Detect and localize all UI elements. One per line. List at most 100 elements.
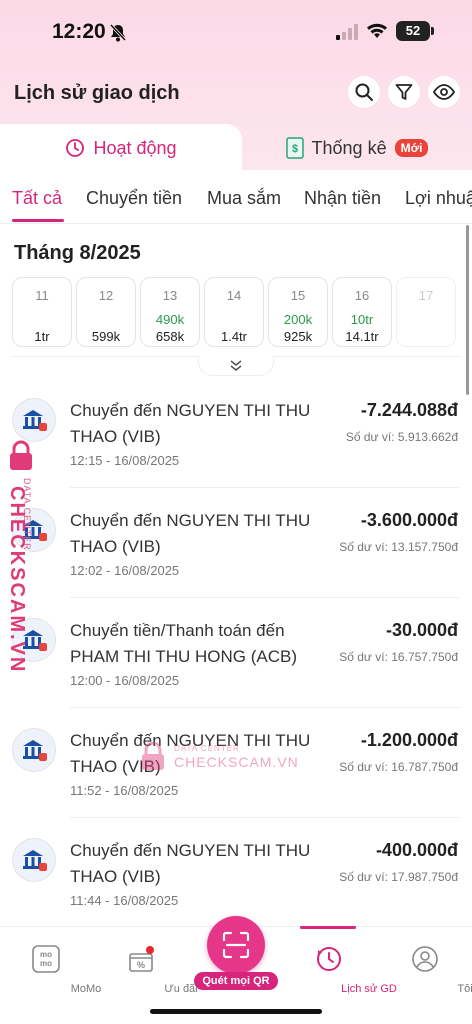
transaction-time: 12:00 - 16/08/2025 [70, 673, 180, 688]
transaction-title: Chuyển tiền/Thanh toán đến PHAM THI THU … [70, 621, 297, 666]
battery-indicator: 52 [396, 21, 434, 41]
watermark-side: DATA CENTER CHECKSCAM.VN [2, 440, 42, 673]
day-income: 490k [155, 312, 185, 327]
transaction-item[interactable]: Chuyển đến NGUYEN THI THU THAO (VIB) 12:… [0, 488, 472, 598]
filter-all[interactable]: Tất cả [12, 188, 62, 209]
day-income: 200k [283, 312, 313, 327]
status-bar: 12:20 52 [0, 18, 472, 48]
day-number: 16 [354, 288, 370, 303]
watermark-center: DATA CENTER CHECKSCAM.VN [140, 740, 300, 780]
svg-text:mo: mo [40, 959, 52, 968]
active-filter-underline [12, 219, 64, 222]
wallet-balance: Số dư ví: 17.987.750đ [339, 870, 458, 884]
day-card[interactable]: 16 10tr 14.1tr [332, 277, 392, 347]
day-number: 12 [98, 288, 114, 303]
filter-profit[interactable]: Lợi nhuận [405, 188, 472, 209]
day-number: 17 [418, 288, 434, 303]
transaction-time: 11:52 - 16/08/2025 [70, 783, 179, 798]
page-title: Lịch sử giao dịch [14, 82, 180, 104]
lock-icon [142, 742, 164, 770]
tab-label: Lịch sử GD [341, 983, 397, 995]
day-card[interactable]: 14 1.4tr [204, 277, 264, 347]
day-card[interactable]: 13 490k 658k [140, 277, 200, 347]
transaction-item[interactable]: Chuyển đến NGUYEN THI THU THAO (VIB) 12:… [0, 378, 472, 488]
filter-icon [395, 84, 413, 100]
tab-label: Tôi [457, 983, 472, 995]
receipt-icon: $ [285, 137, 304, 159]
wifi-icon [366, 22, 388, 44]
filter-shopping[interactable]: Mua sắm [207, 188, 281, 209]
double-chevron-down-icon [230, 359, 242, 371]
svg-text:$: $ [291, 143, 297, 155]
filter-chips: Tất cả Chuyển tiền Mua sắm Nhận tiền Lợi… [0, 172, 472, 224]
day-expense: 658k [155, 329, 185, 344]
user-icon [412, 946, 438, 972]
day-number: 15 [290, 288, 306, 303]
filter-button[interactable] [388, 76, 420, 108]
watermark-line1: DATA CENTER [174, 744, 240, 753]
tab-label: MoMo [70, 983, 102, 995]
eye-icon [433, 84, 455, 100]
search-icon [355, 83, 373, 101]
bank-icon [12, 398, 56, 442]
tab-statistics[interactable]: $ Thống kê Mới [242, 124, 472, 172]
wallet-balance: Số dư ví: 16.787.750đ [339, 760, 458, 774]
bell-off-icon [109, 23, 127, 47]
transaction-title: Chuyển đến NGUYEN THI THU THAO (VIB) [70, 401, 311, 446]
wallet-balance: Số dư ví: 16.757.750đ [339, 650, 458, 664]
tab-statistics-label: Thống kê [311, 137, 387, 158]
svg-text:%: % [137, 960, 145, 970]
wallet-balance: Số dư ví: 13.157.750đ [339, 540, 458, 554]
visibility-button[interactable] [428, 76, 460, 108]
status-time: 12:20 [52, 20, 106, 43]
day-card[interactable]: 12 599k [76, 277, 136, 347]
tab-activity[interactable]: Hoạt động [0, 124, 242, 172]
gift-icon: % [129, 946, 154, 972]
active-tab-indicator [300, 926, 356, 929]
transaction-time: 11:44 - 16/08/2025 [70, 893, 179, 908]
scan-icon [222, 931, 250, 959]
day-card: 17 [396, 277, 456, 347]
momo-icon: momo [32, 945, 60, 973]
transaction-title: Chuyển đến NGUYEN THI THU THAO (VIB) [70, 511, 311, 556]
home-indicator [150, 1009, 322, 1014]
transaction-time: 12:15 - 16/08/2025 [70, 453, 180, 468]
day-number: 14 [226, 288, 242, 303]
filter-receive[interactable]: Nhận tiền [304, 188, 381, 209]
expand-calendar-button[interactable] [198, 356, 274, 376]
filter-transfer[interactable]: Chuyển tiền [86, 188, 182, 209]
transaction-amount: -7.244.088đ [360, 400, 458, 420]
transaction-time: 12:02 - 16/08/2025 [70, 563, 180, 578]
transaction-title: Chuyển đến NGUYEN THI THU THAO (VIB) [70, 841, 311, 886]
transaction-item[interactable]: Chuyển tiền/Thanh toán đến PHAM THI THU … [0, 598, 472, 708]
day-expense: 599k [91, 329, 121, 344]
transaction-amount: -400.000đ [375, 840, 458, 860]
transaction-amount: -3.600.000đ [360, 510, 458, 530]
day-expense: 1tr [34, 329, 50, 344]
month-label: Tháng 8/2025 [14, 242, 141, 264]
day-card[interactable]: 15 200k 925k [268, 277, 328, 347]
day-income: 10tr [350, 312, 374, 327]
bank-icon [12, 838, 56, 882]
transaction-amount: -1.200.000đ [360, 730, 458, 750]
watermark-line2: CHECKSCAM.VN [6, 486, 28, 674]
scrollbar[interactable] [466, 225, 469, 395]
scan-qr-button[interactable] [207, 916, 265, 974]
lock-icon [10, 440, 32, 470]
day-number: 11 [35, 288, 49, 303]
search-button[interactable] [348, 76, 380, 108]
clock-history-icon [66, 139, 85, 157]
bank-icon [12, 728, 56, 772]
scan-qr-label[interactable]: Quét mọi QR [194, 972, 278, 990]
wallet-balance: Số dư ví: 5.913.662đ [345, 430, 458, 444]
day-expense: 14.1tr [345, 329, 379, 344]
day-selector: 11 1tr 12 599k 13 490k 658k 14 1.4tr 15 … [12, 277, 472, 347]
history-icon [317, 947, 341, 971]
transaction-amount: -30.000đ [385, 620, 458, 640]
new-badge: Mới [394, 139, 429, 157]
signal-icon [336, 24, 360, 40]
tab-activity-label: Hoạt động [93, 137, 177, 158]
transaction-item[interactable]: Chuyển đến NGUYEN THI THU THAO (VIB) 11:… [0, 818, 472, 928]
day-card[interactable]: 11 1tr [12, 277, 72, 347]
watermark-line2: CHECKSCAM.VN [174, 754, 299, 770]
